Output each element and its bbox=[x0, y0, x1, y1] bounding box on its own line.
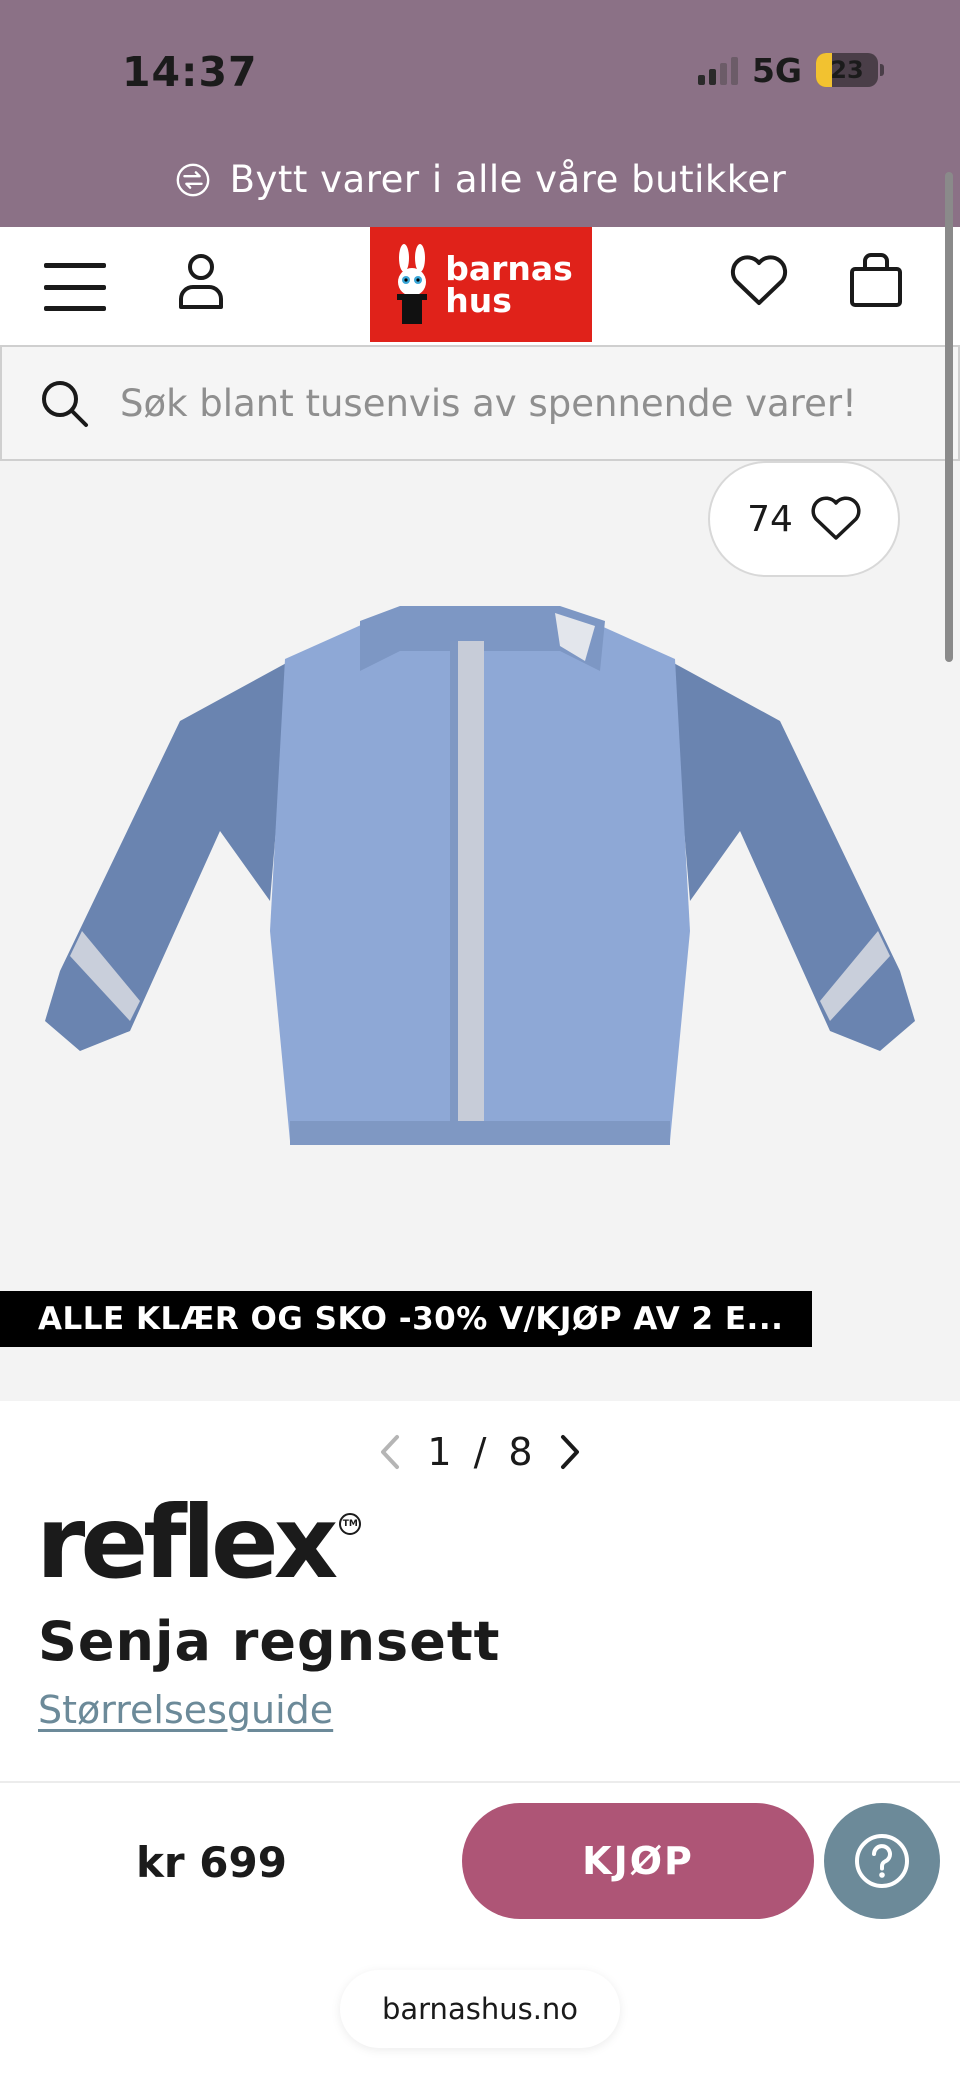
pager-current: 1 bbox=[427, 1430, 452, 1474]
site-logo[interactable]: barnas hus bbox=[370, 227, 592, 342]
network-label: 5G bbox=[751, 50, 802, 90]
exchange-icon bbox=[176, 163, 209, 196]
product-image bbox=[45, 606, 915, 1145]
battery-icon: 23 bbox=[816, 53, 884, 87]
size-guide-link[interactable]: Størrelsesguide bbox=[38, 1688, 333, 1732]
sale-banner[interactable]: ALLE KLÆR OG SKO -30% V/KJØP AV 2 E... bbox=[0, 1291, 812, 1347]
chevron-right-icon[interactable] bbox=[555, 1432, 585, 1472]
logo-line2: hus bbox=[445, 280, 512, 320]
status-indicators: 5G 23 bbox=[697, 50, 884, 90]
search-icon[interactable] bbox=[38, 377, 90, 429]
top-bar: 14:37 5G 23 Bytt varer i alle våre butik… bbox=[0, 0, 960, 227]
pager-separator: / bbox=[473, 1430, 487, 1474]
user-icon[interactable] bbox=[176, 251, 226, 311]
question-icon bbox=[855, 1834, 909, 1888]
chevron-left-icon[interactable] bbox=[375, 1432, 405, 1472]
trademark-mark: TM bbox=[339, 1513, 362, 1535]
favorites-count: 74 bbox=[747, 498, 793, 540]
battery-level: 23 bbox=[830, 56, 864, 84]
search-input[interactable] bbox=[120, 381, 920, 425]
promo-text: Bytt varer i alle våre butikker bbox=[229, 158, 787, 201]
help-button[interactable] bbox=[824, 1803, 940, 1919]
favorite-button[interactable]: 74 bbox=[708, 461, 900, 577]
logo-line1: barnas bbox=[445, 248, 573, 288]
browser-url-bar[interactable]: barnashus.no bbox=[340, 1970, 620, 2048]
shopping-bag-icon[interactable] bbox=[848, 251, 904, 309]
bunny-logo-icon bbox=[397, 243, 428, 324]
product-gallery[interactable]: 74 ALLE KLÆR OG SKO -30% V/KJØP AV 2 E..… bbox=[0, 461, 960, 1401]
promo-banner[interactable]: Bytt varer i alle våre butikker bbox=[0, 158, 960, 201]
brand-name: reflex bbox=[36, 1484, 338, 1601]
buy-button[interactable]: KJØP bbox=[462, 1803, 814, 1919]
page-scrollbar[interactable] bbox=[945, 172, 953, 662]
heart-icon[interactable] bbox=[730, 255, 788, 307]
product-title: Senja regnsett bbox=[38, 1610, 501, 1673]
pager-total: 8 bbox=[508, 1430, 533, 1474]
divider bbox=[0, 1781, 960, 1783]
brand-logo[interactable]: reflex TM bbox=[36, 1493, 362, 1593]
signal-icon bbox=[697, 55, 738, 85]
menu-icon[interactable] bbox=[44, 263, 106, 311]
product-price: kr 699 bbox=[136, 1838, 287, 1887]
status-time: 14:37 bbox=[122, 48, 258, 96]
image-pager: 1 / 8 bbox=[0, 1422, 960, 1482]
heart-outline-icon bbox=[811, 496, 861, 540]
search-bar[interactable] bbox=[0, 345, 960, 461]
site-header: barnas hus bbox=[0, 227, 960, 345]
